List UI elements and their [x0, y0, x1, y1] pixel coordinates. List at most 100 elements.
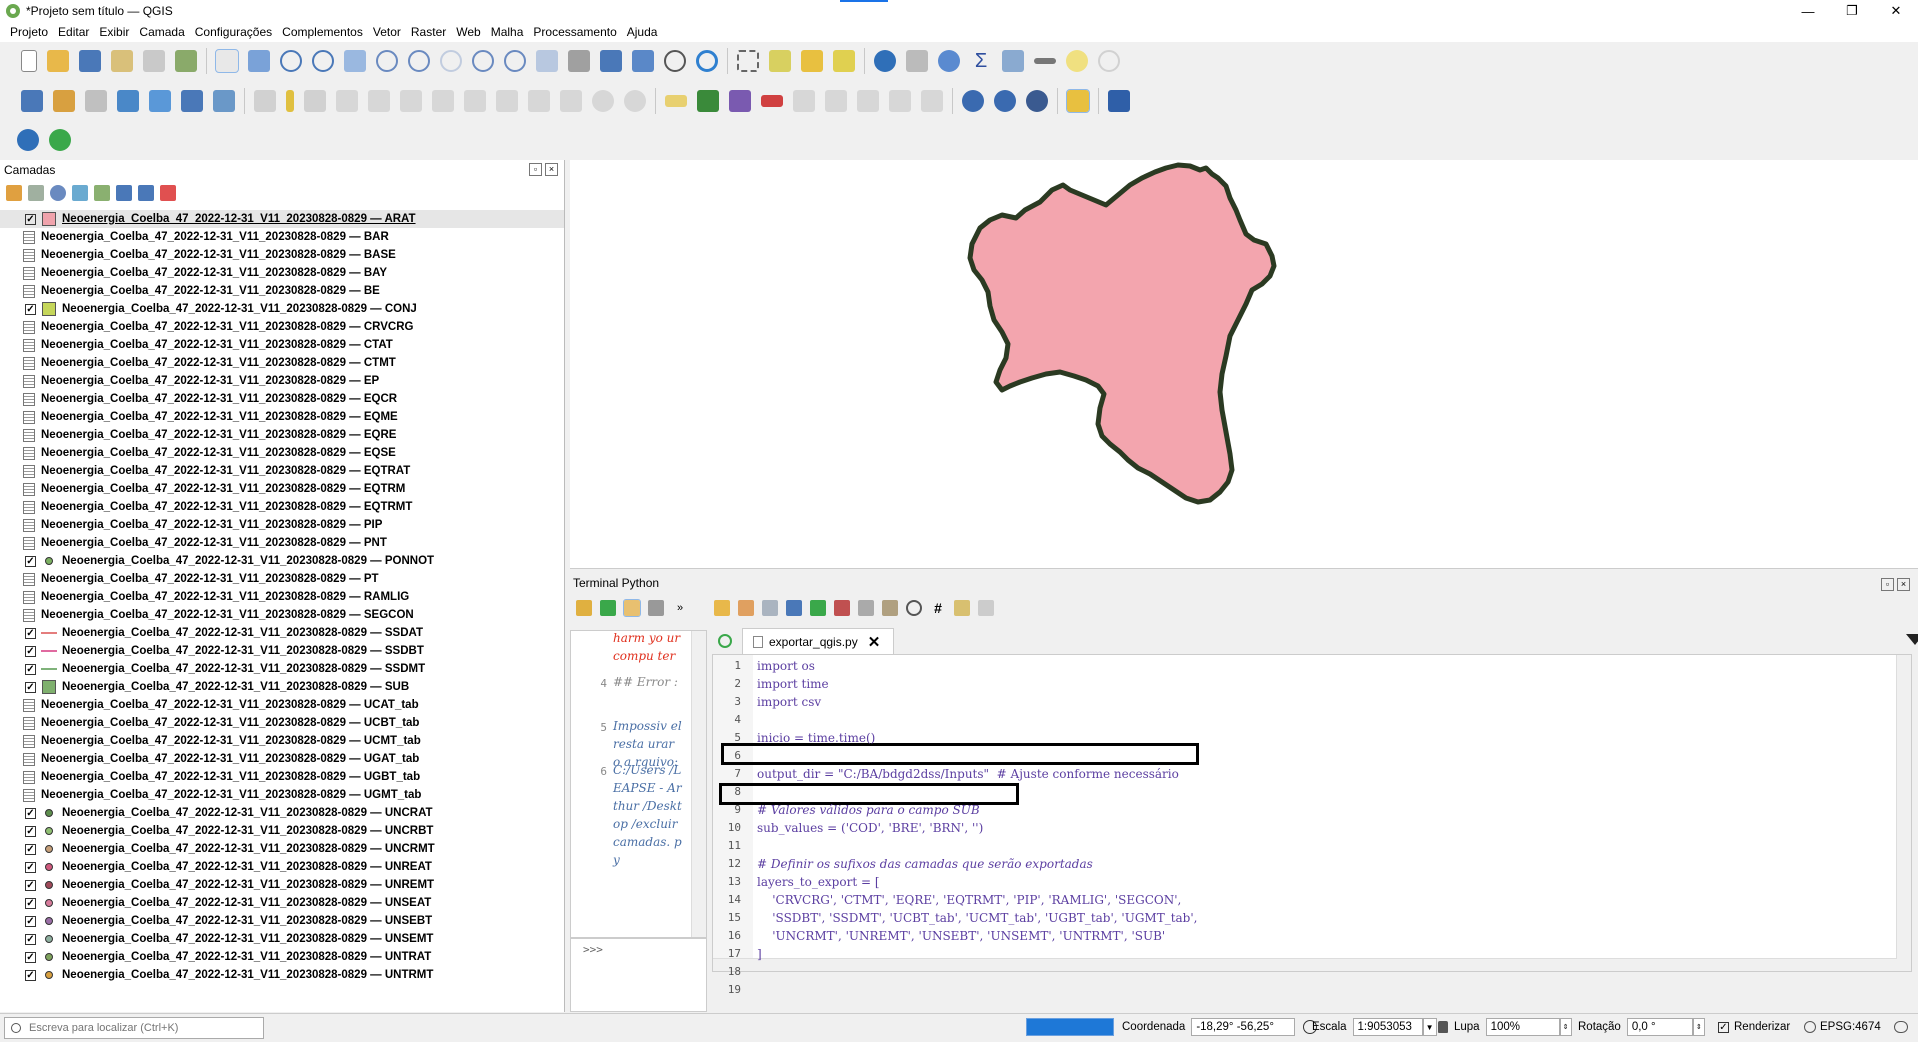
console-input[interactable]: >>>: [570, 938, 707, 1012]
scale-field[interactable]: 1:9053053: [1352, 1018, 1423, 1036]
reformat-code-icon[interactable]: [978, 600, 994, 616]
more-tools-icon[interactable]: »: [672, 600, 688, 616]
cut-features-icon[interactable]: [496, 90, 518, 112]
statistical-summary-icon[interactable]: Σ: [970, 50, 992, 72]
layer-row[interactable]: Neoenergia_Coelba_47_2022-12-31_V11_2023…: [0, 786, 564, 804]
identify-features-icon[interactable]: [874, 50, 896, 72]
add-group-icon[interactable]: [28, 185, 44, 201]
expand-all-icon[interactable]: [116, 185, 132, 201]
show-editor-icon[interactable]: [623, 599, 641, 617]
console-float-icon[interactable]: ▫: [1881, 578, 1894, 591]
layer-row[interactable]: ✓ Neoenergia_Coelba_47_2022-12-31_V11_202…: [0, 876, 564, 894]
layer-visibility-checkbox[interactable]: ✓: [25, 951, 36, 963]
magnifier-spinner[interactable]: ⇕: [1559, 1018, 1572, 1036]
change-label-icon[interactable]: [889, 90, 911, 112]
code-line[interactable]: 9 # Valores válidos para o campo SUB: [713, 801, 1893, 819]
lock-scale-icon[interactable]: [1438, 1021, 1448, 1033]
wfs-layer-icon[interactable]: [994, 90, 1016, 112]
layer-visibility-checkbox[interactable]: ✓: [25, 969, 36, 981]
layer-visibility-checkbox[interactable]: ✓: [25, 915, 36, 927]
select-features-icon[interactable]: [737, 50, 759, 72]
copy-icon[interactable]: [858, 600, 874, 616]
layer-row[interactable]: Neoenergia_Coelba_47_2022-12-31_V11_2023…: [0, 444, 564, 462]
code-line[interactable]: 7 output_dir = "C:/BA/bdgd2dss/Inputs" # …: [713, 765, 1893, 783]
locator-search[interactable]: [4, 1017, 264, 1039]
share-plugin-icon[interactable]: [49, 129, 71, 151]
new-shapefile-layer-icon[interactable]: [85, 90, 107, 112]
crs-group[interactable]: EPSG:4674: [1804, 1018, 1881, 1036]
run-script-icon[interactable]: [810, 600, 826, 616]
close-panel-icon[interactable]: ×: [545, 163, 558, 176]
deselect-all-icon[interactable]: [801, 50, 823, 72]
menu-editar[interactable]: Editar: [53, 25, 94, 39]
manage-visibility-icon[interactable]: [50, 185, 66, 201]
menu-ajuda[interactable]: Ajuda: [622, 25, 663, 39]
layer-row[interactable]: ✓ Neoenergia_Coelba_47_2022-12-31_V11_202…: [0, 930, 564, 948]
code-line[interactable]: 1 import os: [713, 657, 1893, 675]
layer-row[interactable]: ✓ Neoenergia_Coelba_47_2022-12-31_V11_202…: [0, 210, 564, 228]
redo-icon[interactable]: [624, 90, 646, 112]
layer-row[interactable]: Neoenergia_Coelba_47_2022-12-31_V11_2023…: [0, 750, 564, 768]
label-toolbar-icon[interactable]: [665, 95, 687, 107]
zoom-next-icon[interactable]: [504, 50, 526, 72]
layer-row[interactable]: ✓ Neoenergia_Coelba_47_2022-12-31_V11_202…: [0, 912, 564, 930]
layer-row[interactable]: Neoenergia_Coelba_47_2022-12-31_V11_2023…: [0, 570, 564, 588]
temporal-controller-icon[interactable]: [664, 50, 686, 72]
cut-icon[interactable]: [834, 600, 850, 616]
code-line[interactable]: 18: [713, 963, 1893, 981]
code-line[interactable]: 4: [713, 711, 1893, 729]
layer-visibility-checkbox[interactable]: ✓: [25, 879, 36, 891]
code-line[interactable]: 15 'SSDBT', 'SSDMT', 'UCBT_tab', 'UCMT_t…: [713, 909, 1893, 927]
python-console-icon[interactable]: [1066, 89, 1090, 113]
layer-row[interactable]: ✓ Neoenergia_Coelba_47_2022-12-31_V11_202…: [0, 678, 564, 696]
menu-camada[interactable]: Camada: [134, 25, 189, 39]
code-line[interactable]: 13 layers_to_export = [: [713, 873, 1893, 891]
menu-malha[interactable]: Malha: [486, 25, 529, 39]
layer-row[interactable]: ✓ Neoenergia_Coelba_47_2022-12-31_V11_202…: [0, 642, 564, 660]
refresh-icon[interactable]: [696, 50, 718, 72]
measure-line-icon[interactable]: [1034, 58, 1056, 64]
new-bookmark-icon[interactable]: [600, 50, 622, 72]
layer-row[interactable]: Neoenergia_Coelba_47_2022-12-31_V11_2023…: [0, 714, 564, 732]
zoom-out-icon[interactable]: [312, 50, 334, 72]
select-by-value-icon[interactable]: [769, 50, 791, 72]
layer-row[interactable]: Neoenergia_Coelba_47_2022-12-31_V11_2023…: [0, 426, 564, 444]
style-manager-icon[interactable]: [175, 50, 197, 72]
menu-exibir[interactable]: Exibir: [94, 25, 134, 39]
code-line[interactable]: 12 # Definir os sufixos das camadas que s…: [713, 855, 1893, 873]
layer-visibility-checkbox[interactable]: ✓: [25, 807, 36, 819]
layer-row[interactable]: ✓ Neoenergia_Coelba_47_2022-12-31_V11_202…: [0, 966, 564, 984]
layer-row[interactable]: ✓ Neoenergia_Coelba_47_2022-12-31_V11_202…: [0, 804, 564, 822]
layer-row[interactable]: Neoenergia_Coelba_47_2022-12-31_V11_2023…: [0, 498, 564, 516]
layer-row[interactable]: ✓ Neoenergia_Coelba_47_2022-12-31_V11_202…: [0, 894, 564, 912]
new-spatialite-layer-icon[interactable]: [117, 90, 139, 112]
console-options-icon[interactable]: [648, 600, 664, 616]
layer-row[interactable]: Neoenergia_Coelba_47_2022-12-31_V11_2023…: [0, 372, 564, 390]
layer-row[interactable]: ✓ Neoenergia_Coelba_47_2022-12-31_V11_202…: [0, 840, 564, 858]
show-hide-labels-icon[interactable]: [793, 90, 815, 112]
new-project-icon[interactable]: [21, 50, 37, 72]
layer-visibility-checkbox[interactable]: ✓: [25, 303, 36, 315]
layer-visibility-checkbox[interactable]: ✓: [25, 555, 36, 567]
copy-features-icon[interactable]: [528, 90, 550, 112]
save-edits-icon[interactable]: [304, 90, 326, 112]
open-attribute-table-icon[interactable]: [906, 50, 928, 72]
maximize-button[interactable]: ❐: [1830, 0, 1874, 22]
diagram-options-icon[interactable]: [697, 90, 719, 112]
filter-expression-icon[interactable]: [94, 185, 110, 201]
layer-visibility-checkbox[interactable]: ✓: [25, 933, 36, 945]
pan-to-selection-icon[interactable]: [248, 50, 270, 72]
toggle-editing-icon[interactable]: [286, 90, 294, 112]
layer-visibility-checkbox[interactable]: ✓: [25, 627, 36, 639]
zoom-in-icon[interactable]: [280, 50, 302, 72]
code-line[interactable]: 6: [713, 747, 1893, 765]
open-in-external-editor-icon[interactable]: [738, 600, 754, 616]
menu-complementos[interactable]: Complementos: [277, 25, 368, 39]
layer-row[interactable]: Neoenergia_Coelba_47_2022-12-31_V11_2023…: [0, 588, 564, 606]
filter-legend-icon[interactable]: [72, 185, 88, 201]
show-bookmarks-icon[interactable]: [632, 50, 654, 72]
code-line[interactable]: 5 inicio = time.time(): [713, 729, 1893, 747]
code-line[interactable]: 10 sub_values = ('COD', 'BRE', 'BRN', ''): [713, 819, 1893, 837]
render-checkbox[interactable]: ✓: [1718, 1021, 1729, 1033]
digitize-line-icon[interactable]: [336, 90, 358, 112]
